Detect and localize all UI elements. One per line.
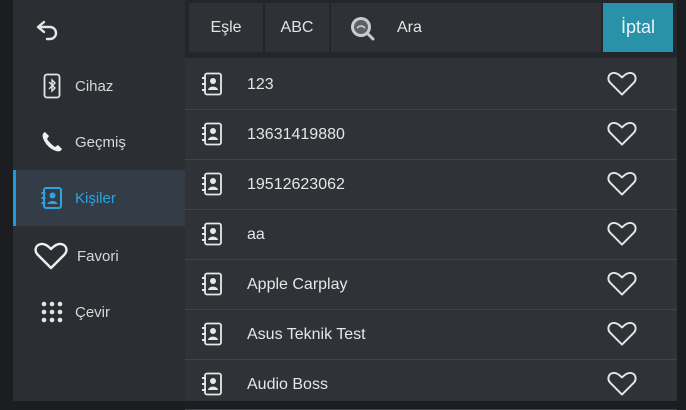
contact-row[interactable]: Audio Boss	[185, 360, 677, 410]
heart-icon	[33, 241, 69, 271]
sidebar-item-label: Kişiler	[75, 189, 116, 207]
contact-card-icon	[201, 322, 223, 351]
search-icon	[349, 15, 375, 41]
favorite-heart-icon[interactable]	[607, 170, 637, 203]
search-input[interactable]	[397, 18, 577, 37]
sidebar-item-label: Favori	[77, 247, 119, 265]
phone-handset-icon	[37, 127, 67, 157]
favorite-heart-icon[interactable]	[607, 220, 637, 253]
contact-row[interactable]: Apple Carplay	[185, 260, 677, 310]
sync-button[interactable]: Eşle	[189, 3, 263, 52]
sidebar-item-favorites[interactable]: Favori	[13, 228, 185, 284]
toolbar: Eşle ABC İptal	[185, 0, 677, 58]
contact-list: 123 13631419880 19512623062 aa Apple Carplay…	[185, 60, 677, 410]
contact-name: 13631419880	[247, 125, 345, 143]
contact-name: Apple Carplay	[247, 275, 348, 293]
contact-card-icon	[201, 72, 223, 101]
contact-row[interactable]: Asus Teknik Test	[185, 310, 677, 360]
dialpad-icon	[37, 297, 67, 327]
contact-name: aa	[247, 225, 265, 243]
sidebar-item-contacts[interactable]: Kişiler	[13, 170, 185, 226]
back-arrow-icon	[36, 20, 58, 41]
contact-name: Asus Teknik Test	[247, 325, 366, 343]
abc-sort-button[interactable]: ABC	[265, 3, 329, 52]
contact-card-icon	[201, 372, 223, 401]
sidebar-item-label: Çevir	[75, 303, 111, 321]
contacts-panel: Eşle ABC İptal 123 13631419880 19512623062…	[185, 0, 677, 410]
cancel-button[interactable]: İptal	[603, 3, 673, 52]
back-button[interactable]	[13, 0, 185, 60]
sidebar-item-label: Cihaz	[75, 77, 114, 95]
favorite-heart-icon[interactable]	[607, 320, 637, 353]
contact-card-icon	[201, 272, 223, 301]
sidebar-item-history[interactable]: Geçmiş	[13, 114, 185, 170]
contact-row[interactable]: 13631419880	[185, 110, 677, 160]
sidebar-item-label: Geçmiş	[75, 133, 126, 151]
contact-card-icon	[37, 183, 67, 213]
sidebar-item-device[interactable]: Cihaz	[13, 58, 185, 114]
contact-card-icon	[201, 172, 223, 201]
search-box[interactable]	[331, 3, 601, 52]
contact-row[interactable]: 123	[185, 60, 677, 110]
sidebar: Cihaz Geçmiş Kişiler Favori Çevir	[13, 0, 185, 401]
active-indicator	[13, 170, 16, 226]
contact-card-icon	[201, 122, 223, 151]
contact-row[interactable]: aa	[185, 210, 677, 260]
contact-card-icon	[201, 222, 223, 251]
favorite-heart-icon[interactable]	[607, 370, 637, 403]
bluetooth-phone-icon	[37, 71, 67, 101]
contact-name: Audio Boss	[247, 375, 328, 393]
favorite-heart-icon[interactable]	[607, 270, 637, 303]
contact-row[interactable]: 19512623062	[185, 160, 677, 210]
favorite-heart-icon[interactable]	[607, 70, 637, 103]
sidebar-item-dial[interactable]: Çevir	[13, 284, 185, 340]
contact-name: 19512623062	[247, 175, 345, 193]
contact-name: 123	[247, 75, 274, 93]
favorite-heart-icon[interactable]	[607, 120, 637, 153]
